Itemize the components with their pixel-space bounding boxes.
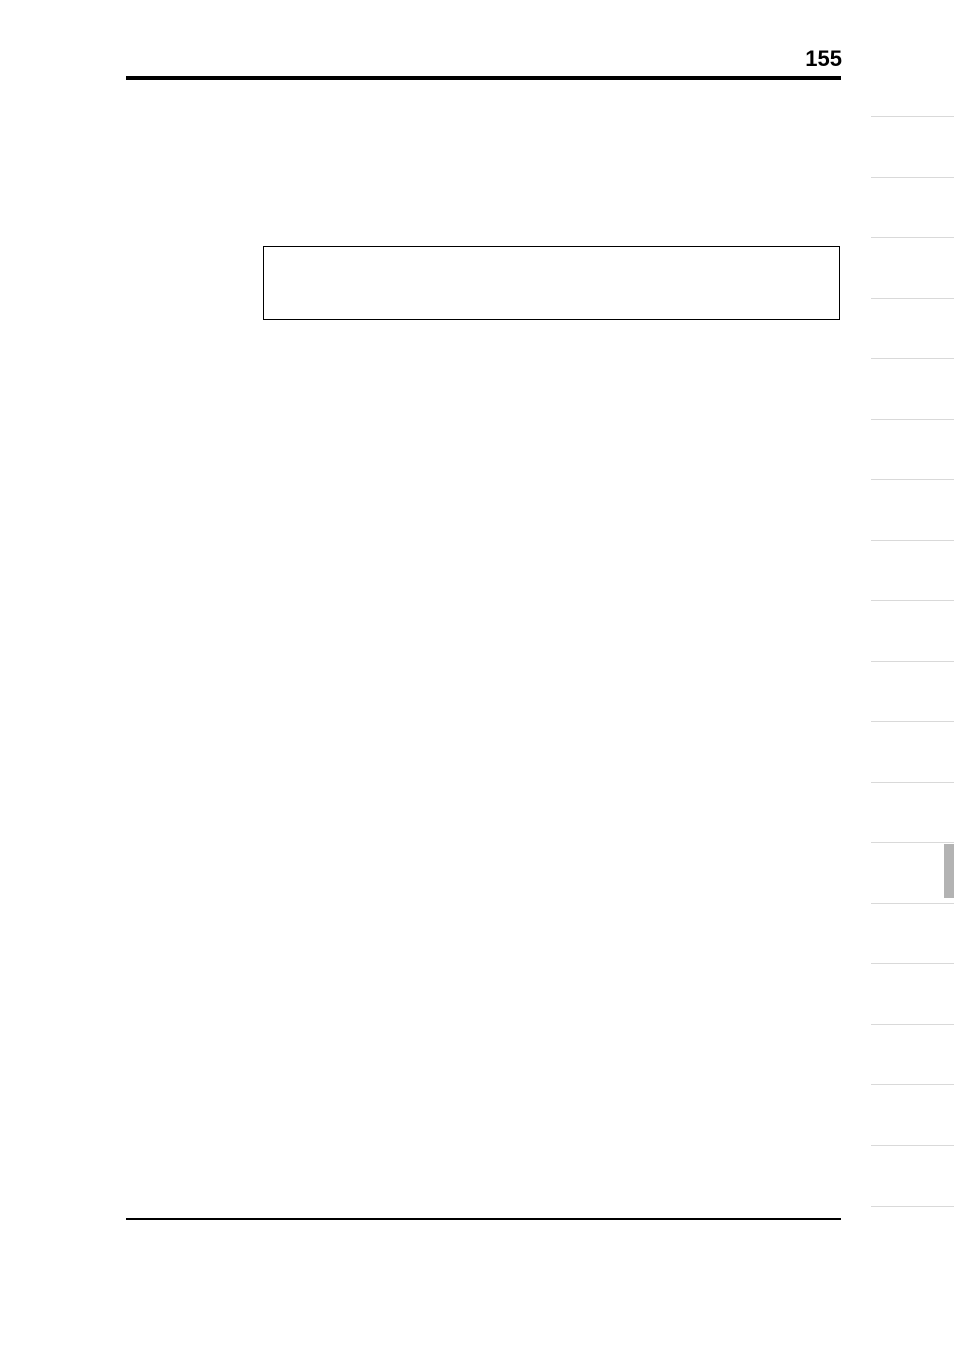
side-tab[interactable]	[871, 662, 954, 723]
side-tab[interactable]	[871, 541, 954, 602]
side-tab[interactable]	[871, 722, 954, 783]
header-rule	[126, 76, 841, 80]
side-tab[interactable]	[871, 1085, 954, 1146]
side-tab[interactable]	[871, 1025, 954, 1086]
side-tab[interactable]	[871, 178, 954, 239]
active-tab-marker	[944, 844, 954, 898]
side-tab[interactable]	[871, 783, 954, 844]
side-tab[interactable]	[871, 299, 954, 360]
side-tab[interactable]	[871, 238, 954, 299]
side-tab[interactable]	[871, 964, 954, 1025]
side-tab[interactable]	[871, 480, 954, 541]
side-tab[interactable]	[871, 420, 954, 481]
side-tab[interactable]	[871, 601, 954, 662]
document-page: { "page": { "number": "155" }, "side_tab…	[0, 0, 954, 1351]
side-tab[interactable]	[871, 117, 954, 178]
content-box	[263, 246, 840, 320]
page-number: 155	[805, 46, 842, 72]
side-tab[interactable]	[871, 1146, 954, 1207]
side-tab[interactable]	[871, 843, 954, 904]
side-tab-strip	[871, 116, 954, 1207]
side-tab[interactable]	[871, 359, 954, 420]
footer-rule	[126, 1218, 841, 1220]
side-tab[interactable]	[871, 904, 954, 965]
